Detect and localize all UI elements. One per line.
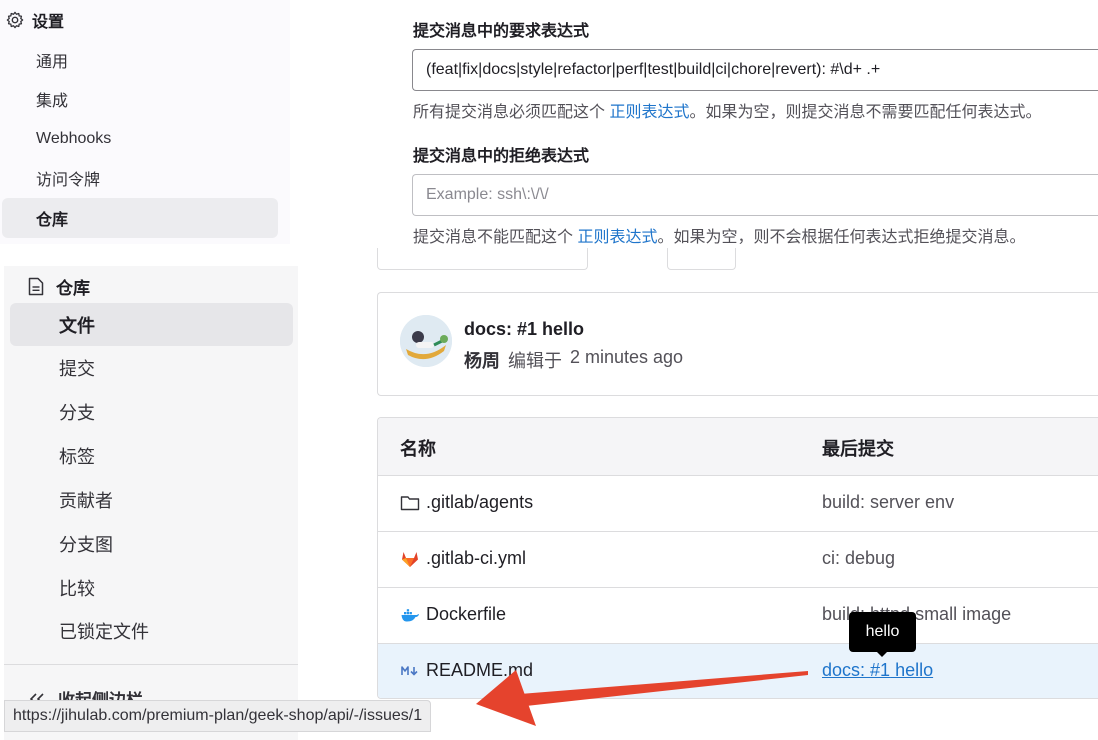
file-name[interactable]: .gitlab/agents	[400, 492, 533, 513]
repository-title: 仓库	[56, 278, 90, 298]
issue-link[interactable]: #1	[870, 660, 890, 680]
last-commit-card: docs: #1 hello 杨周 编辑于 2 minutes ago	[377, 292, 1098, 396]
divider	[4, 664, 298, 665]
file-name-label: .gitlab-ci.yml	[426, 548, 527, 568]
nav-item-branches[interactable]: 分支	[10, 390, 293, 433]
sidebar-item-repository[interactable]: 仓库	[2, 198, 278, 238]
sidebar-item-access-tokens[interactable]: 访问令牌	[2, 158, 278, 198]
help-text: 所有提交消息必须匹配这个	[413, 104, 606, 121]
table-row[interactable]: README.md docs: #1 hello	[378, 644, 1098, 698]
help-text: 。如果为空，则提交消息不需要匹配任何表达式。	[689, 104, 1042, 121]
sidebar-item-integrations[interactable]: 集成	[2, 79, 278, 119]
branch-select-edge[interactable]	[377, 248, 588, 270]
nav-item-files[interactable]: 文件	[10, 303, 293, 346]
reject-regex-input[interactable]: Example: ssh\:\/\/	[412, 174, 1098, 216]
table-row[interactable]: .gitlab/agents build: server env	[378, 476, 1098, 532]
file-last-commit[interactable]: build: server env	[822, 492, 954, 513]
file-table: 名称 最后提交 .gitlab/agents build: server env…	[377, 417, 1098, 699]
table-row[interactable]: Dockerfile build: httpd small image	[378, 588, 1098, 644]
repository-section-header[interactable]: 仓库	[28, 272, 90, 300]
file-name-label: .gitlab/agents	[426, 492, 534, 512]
regex-doc-link[interactable]: 正则表达式	[577, 229, 657, 246]
commit-author[interactable]: 杨周	[464, 347, 500, 373]
button-edge[interactable]	[667, 248, 736, 270]
column-header-name: 名称	[400, 439, 436, 459]
sidebar-item-general[interactable]: 通用	[2, 40, 278, 80]
commit-suffix: hello	[890, 660, 934, 680]
file-name[interactable]: .gitlab-ci.yml	[400, 548, 526, 569]
reject-regex-label: 提交消息中的拒绝表达式	[413, 148, 590, 165]
settings-title: 设置	[32, 14, 65, 31]
regex-doc-link[interactable]: 正则表达式	[609, 104, 689, 121]
commit-title[interactable]: docs: #1 hello	[464, 319, 584, 340]
nav-item-graph[interactable]: 分支图	[10, 522, 293, 565]
help-text: 。如果为空，则不会根据任何表达式拒绝提交消息。	[657, 229, 1026, 246]
nav-item-tags[interactable]: 标签	[10, 434, 293, 477]
help-text: 提交消息不能匹配这个	[413, 229, 574, 246]
column-header-last-commit: 最后提交	[822, 439, 894, 459]
folder-icon	[400, 495, 420, 510]
gear-icon	[6, 11, 24, 29]
nav-item-contributors[interactable]: 贡献者	[10, 478, 293, 521]
nav-item-commits[interactable]: 提交	[10, 346, 293, 389]
docker-icon	[401, 608, 419, 622]
settings-section-header[interactable]: 设置	[6, 8, 64, 32]
reject-regex-help: 提交消息不能匹配这个 正则表达式。如果为空，则不会根据任何表达式拒绝提交消息。	[413, 223, 1026, 247]
file-last-commit[interactable]: ci: debug	[822, 548, 895, 569]
commit-prefix: docs:	[822, 660, 871, 680]
link-preview-statusbar: https://jihulab.com/premium-plan/geek-sh…	[4, 700, 432, 732]
markdown-icon	[401, 665, 418, 676]
nav-item-compare[interactable]: 比较	[10, 566, 293, 609]
repository-sidebar: 仓库 文件 提交 分支 标签 贡献者 分支图 比较 已锁定文件 收起侧边栏	[4, 266, 298, 740]
file-name-label: README.md	[426, 660, 534, 680]
commit-edited-label: 编辑于	[508, 351, 562, 371]
require-regex-help: 所有提交消息必须匹配这个 正则表达式。如果为空，则提交消息不需要匹配任何表达式。	[413, 98, 1042, 122]
table-header: 名称 最后提交	[378, 418, 1098, 476]
file-last-commit-link[interactable]: docs: #1 hello	[822, 660, 933, 681]
issue-tooltip: hello	[849, 612, 916, 652]
avatar[interactable]	[400, 315, 452, 367]
commit-time: 2 minutes ago	[570, 347, 684, 367]
file-name[interactable]: Dockerfile	[400, 604, 506, 625]
nav-item-locked-files[interactable]: 已锁定文件	[10, 609, 293, 652]
require-regex-label: 提交消息中的要求表达式	[413, 23, 590, 40]
tooltip-arrow	[876, 651, 888, 657]
settings-sidebar: 设置 通用 集成 Webhooks 访问令牌 仓库	[0, 0, 290, 244]
table-row[interactable]: .gitlab-ci.yml ci: debug	[378, 532, 1098, 588]
file-name[interactable]: README.md	[400, 660, 533, 681]
gitlab-icon	[402, 551, 418, 567]
file-name-label: Dockerfile	[426, 604, 507, 624]
require-regex-input[interactable]: (feat|fix|docs|style|refactor|perf|test|…	[412, 49, 1098, 91]
sidebar-item-webhooks[interactable]: Webhooks	[2, 119, 278, 159]
document-icon	[28, 277, 44, 295]
commit-meta: 杨周 编辑于 2 minutes ago	[464, 347, 683, 373]
